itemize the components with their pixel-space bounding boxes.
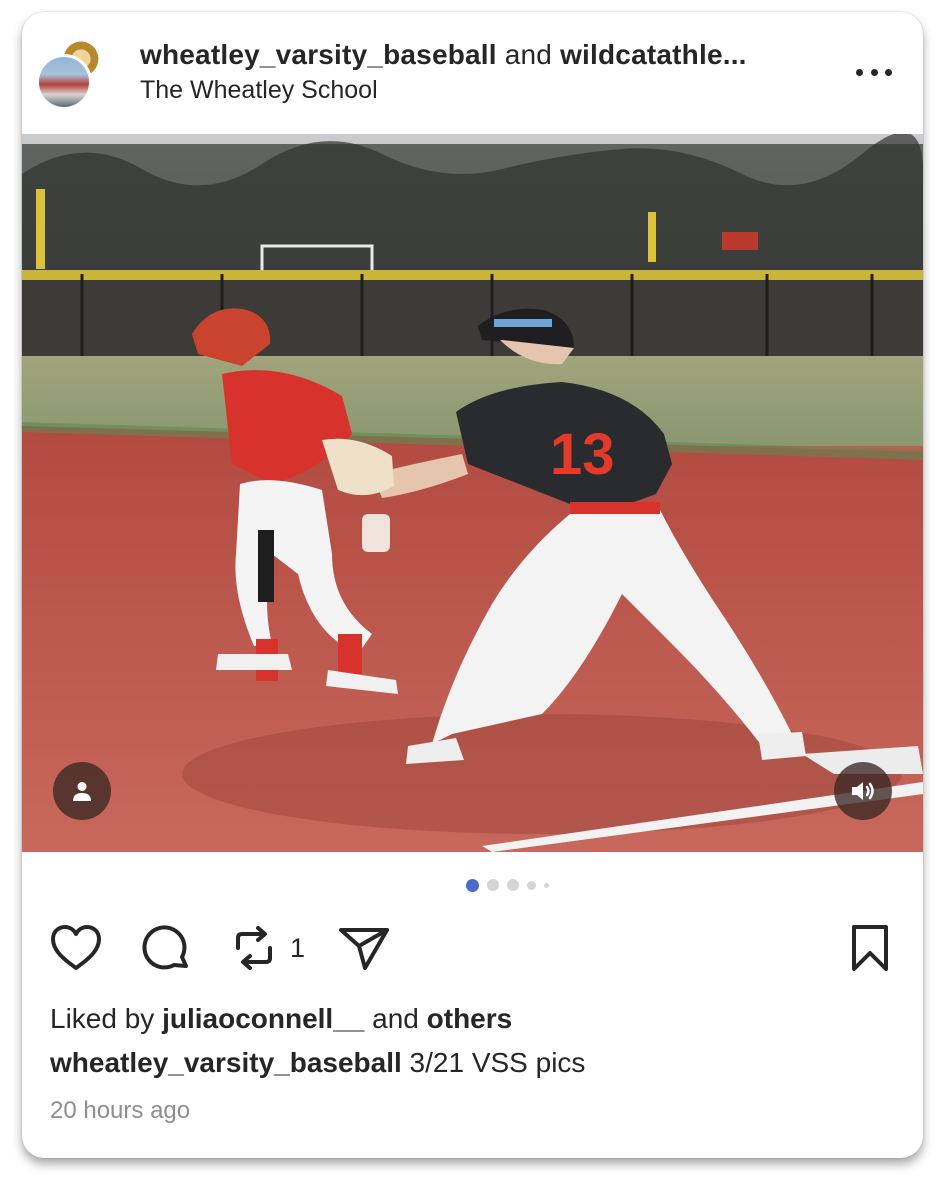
save-button[interactable]: [842, 920, 898, 976]
author-secondary-link[interactable]: wildcatathle...: [560, 39, 747, 70]
post-image[interactable]: 13: [22, 134, 923, 852]
carousel-dot: [487, 879, 499, 891]
baseball-photo: 13: [22, 134, 923, 852]
repost-icon: [236, 926, 272, 970]
speaker-icon: [852, 782, 874, 800]
caption-text: 3/21 VSS pics: [409, 1047, 586, 1078]
primary-avatar: [36, 54, 92, 110]
comment-icon: [142, 925, 188, 970]
paper-plane-icon: [339, 928, 389, 970]
bookmark-icon: [852, 925, 888, 971]
caption-username-link[interactable]: wheatley_varsity_baseball: [50, 1047, 402, 1078]
author-line: wheatley_varsity_baseball and wildcatath…: [140, 38, 840, 72]
tag-button[interactable]: [53, 762, 111, 820]
repost-button[interactable]: [226, 920, 282, 976]
carousel-dot: [544, 882, 549, 888]
share-button[interactable]: [336, 920, 392, 976]
carousel-dot: [507, 879, 519, 891]
jersey-number: 13: [550, 422, 615, 487]
carousel-dot-active: [466, 878, 479, 892]
caption: wheatley_varsity_baseball 3/21 VSS pics: [50, 1046, 585, 1080]
audio-button[interactable]: [834, 762, 892, 820]
carousel-dot: [527, 880, 536, 890]
likes-prefix: Liked by: [50, 1003, 155, 1034]
avatar[interactable]: [36, 38, 112, 114]
likes-others-link[interactable]: others: [427, 1003, 513, 1034]
post-header: wheatley_varsity_baseball and wildcatath…: [22, 12, 923, 134]
person-tag-icon: [73, 782, 91, 801]
liker-username-link[interactable]: juliaoconnell__: [162, 1003, 364, 1034]
more-icon-dot: [885, 68, 892, 76]
likes-joiner: and: [372, 1003, 419, 1034]
more-button[interactable]: [852, 60, 896, 84]
location-link[interactable]: The Wheatley School: [140, 74, 840, 106]
comment-button[interactable]: [138, 920, 194, 976]
likes-line: Liked by juliaoconnell__ and others: [50, 1002, 512, 1036]
author-joiner: and: [504, 39, 553, 70]
more-icon-dot: [870, 68, 878, 76]
like-button[interactable]: [48, 920, 104, 976]
post-card: wheatley_varsity_baseball and wildcatath…: [22, 12, 923, 1158]
author-primary-link[interactable]: wheatley_varsity_baseball: [140, 39, 497, 70]
timestamp: 20 hours ago: [50, 1097, 191, 1124]
carousel-indicator: [22, 878, 923, 892]
heart-icon: [51, 925, 101, 970]
repost-count: 1: [290, 933, 306, 963]
action-bar: 1: [22, 912, 923, 982]
header-text: wheatley_varsity_baseball and wildcatath…: [140, 38, 840, 106]
more-icon: [856, 68, 863, 76]
